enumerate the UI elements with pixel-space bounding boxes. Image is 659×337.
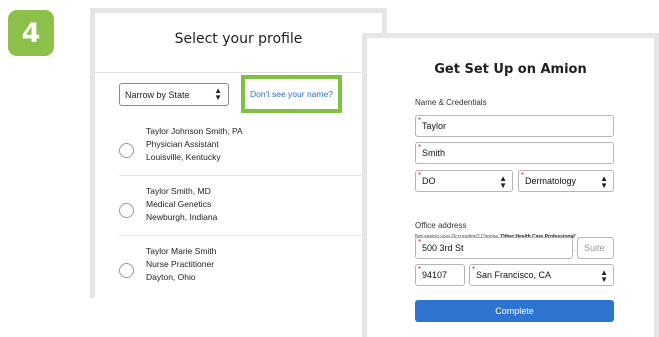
setup-frame: Get Set Up on Amion Name & Credentials *… (362, 33, 659, 337)
dont-see-name-highlight: Don't see your name? (241, 75, 342, 113)
profile-option-3[interactable]: Taylor Marie Smith Nurse Practitioner Da… (95, 245, 382, 298)
required-asterisk: * (521, 171, 525, 180)
state-select-value: Narrow by State (125, 89, 190, 100)
credentials-label: Name & Credentials (415, 98, 487, 107)
select-chevron-icon: ▲ ▼ (600, 268, 608, 284)
profile-location: Louisville, Kentucky (146, 152, 221, 162)
profile-radio[interactable] (119, 263, 134, 278)
divider (95, 72, 382, 73)
state-select[interactable]: Narrow by State ▲ ▼ (119, 83, 229, 106)
occupation-value: Dermatology (525, 176, 577, 186)
setup-panel: Get Set Up on Amion Name & Credentials *… (367, 38, 654, 337)
required-asterisk: * (418, 238, 422, 247)
profile-radio[interactable] (119, 203, 134, 218)
profile-role: Nurse Practitioner (146, 259, 215, 269)
profile-location: Newburgh, Indiana (146, 212, 218, 222)
required-asterisk: * (418, 143, 422, 152)
profile-option-2[interactable]: Taylor Smith, MD Medical Genetics Newbur… (95, 185, 382, 241)
first-name-value: Taylor (422, 121, 447, 131)
street-value: 500 3rd St (422, 243, 464, 253)
select-profile-title: Select your profile (174, 31, 303, 47)
profile-option-1[interactable]: Taylor Johnson Smith, PA Physician Assis… (95, 125, 382, 181)
suite-placeholder: Suite (584, 243, 605, 253)
office-address-label: Office address (415, 221, 467, 230)
select-chevron-icon: ▲ ▼ (600, 174, 608, 190)
profile-name: Taylor Smith, MD (146, 186, 211, 196)
setup-title: Get Set Up on Amion (434, 62, 587, 77)
zip-input[interactable]: * 94107 (415, 264, 465, 286)
occupation-select[interactable]: * Dermatology ▲ ▼ (518, 170, 614, 192)
first-name-input[interactable]: * Taylor (415, 115, 614, 137)
profile-separator (119, 175, 365, 176)
profile-location: Dayton, Ohio (146, 272, 196, 282)
street-input[interactable]: * 500 3rd St (415, 237, 573, 259)
credential-select[interactable]: * DO ▲ ▼ (415, 170, 513, 192)
complete-button[interactable]: Complete (415, 300, 614, 322)
profile-role: Medical Genetics (146, 199, 212, 209)
last-name-value: Smith (422, 148, 446, 158)
required-asterisk: * (418, 171, 422, 180)
city-value: San Francisco, CA (476, 270, 552, 280)
profile-name: Taylor Marie Smith (146, 246, 217, 256)
profile-role: Physician Assistant (146, 139, 219, 149)
profile-name: Taylor Johnson Smith, PA (146, 126, 243, 136)
select-chevron-icon: ▲ ▼ (214, 86, 222, 102)
city-select[interactable]: * San Francisco, CA ▲ ▼ (469, 264, 614, 286)
select-profile-frame: Select your profile Narrow by State ▲ ▼ D… (90, 8, 387, 298)
select-profile-panel: Select your profile Narrow by State ▲ ▼ D… (95, 13, 382, 298)
last-name-input[interactable]: * Smith (415, 142, 614, 164)
select-chevron-icon: ▲ ▼ (499, 174, 507, 190)
dont-see-name-link[interactable]: Don't see your name? (250, 89, 333, 99)
profile-separator (119, 235, 365, 236)
suite-input[interactable]: Suite (577, 237, 614, 259)
required-asterisk: * (418, 116, 422, 125)
zip-value: 94107 (422, 270, 448, 280)
required-asterisk: * (418, 265, 422, 274)
step-number: 4 (21, 17, 41, 49)
credential-value: DO (422, 176, 436, 186)
required-asterisk: * (472, 265, 476, 274)
step-number-badge: 4 (8, 10, 54, 56)
profile-radio[interactable] (119, 143, 134, 158)
